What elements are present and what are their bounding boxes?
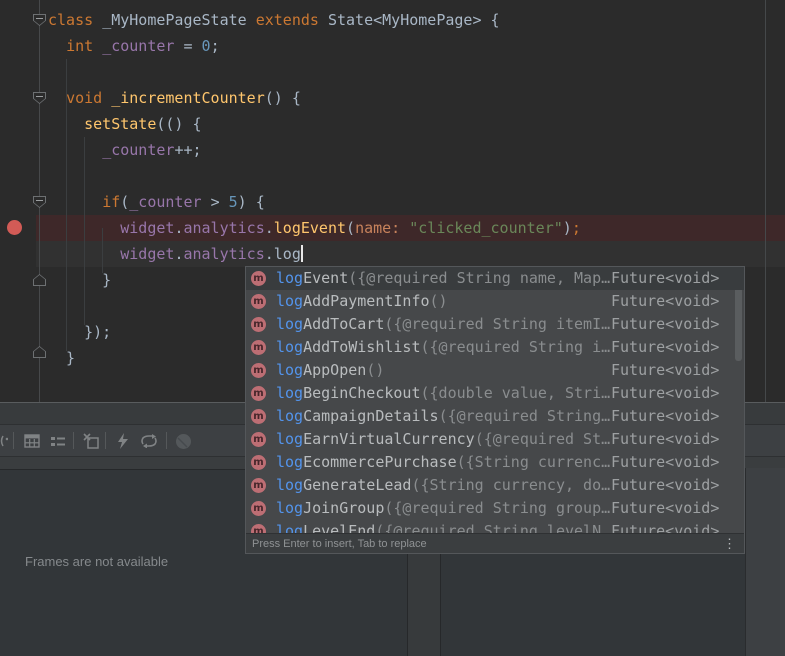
completion-item[interactable]: mlogEarnVirtualCurrency({@required St…Fu… [246, 428, 744, 451]
method-icon: m [251, 340, 266, 355]
completion-item[interactable]: mlogAddPaymentInfo()Future<void> [246, 290, 744, 313]
completion-item[interactable]: mlogEcommercePurchase({String currenc…Fu… [246, 451, 744, 474]
fold-marker-expanded[interactable] [33, 92, 46, 104]
fold-marker-end[interactable] [33, 346, 46, 358]
completion-item[interactable]: mlogAppOpen()Future<void> [246, 359, 744, 382]
hint-text: Press Enter to insert, Tab to replace [252, 538, 427, 550]
toolbar-separator [13, 432, 14, 449]
completion-item[interactable]: mlogLevelEnd({@required String levelN…Fu… [246, 520, 744, 533]
breakpoint-icon[interactable] [7, 220, 22, 235]
method-icon: m [251, 271, 266, 286]
toolbar-separator [105, 432, 106, 449]
method-icon: m [251, 432, 266, 447]
method-icon: m [251, 524, 266, 533]
code-line: setState(() { [48, 111, 581, 137]
code-line: widget.analytics.logEvent(name: "clicked… [48, 215, 581, 241]
method-icon: m [251, 478, 266, 493]
fold-marker-expanded[interactable] [33, 196, 46, 208]
code-line: _counter++; [48, 137, 581, 163]
completion-list: mlogEvent({@required String name, Map…Fu… [246, 267, 744, 533]
completion-item[interactable]: mlogBeginCheckout({double value, Stri…Fu… [246, 382, 744, 405]
toolbar-separator [166, 432, 167, 449]
partial-icon [0, 430, 8, 452]
hot-swap-ball-icon[interactable] [172, 430, 194, 452]
method-icon: m [251, 363, 266, 378]
method-icon: m [251, 501, 266, 516]
code-line [48, 163, 581, 189]
code-line: void _incrementCounter() { [48, 85, 581, 111]
fold-marker-end[interactable] [33, 274, 46, 286]
completion-item[interactable]: mlogAddToCart({@required String itemI…Fu… [246, 313, 744, 336]
completion-item[interactable]: mlogAddToWishlist({@required String i…Fu… [246, 336, 744, 359]
completion-item[interactable]: mlogJoinGroup({@required String group…Fu… [246, 497, 744, 520]
frames-message: Frames are not available [25, 554, 168, 569]
completion-hint-bar: Press Enter to insert, Tab to replace ⋮ [246, 533, 744, 553]
method-icon: m [251, 386, 266, 401]
code-line: int _counter = 0; [48, 33, 581, 59]
text-caret [301, 245, 303, 262]
layout-settings-icon[interactable] [47, 430, 69, 452]
rerun-loop-icon[interactable] [138, 430, 160, 452]
code-line: widget.analytics.log [48, 241, 581, 267]
method-icon: m [251, 409, 266, 424]
more-options-icon[interactable]: ⋮ [723, 534, 736, 554]
evaluate-grid-icon[interactable] [21, 430, 43, 452]
completion-item[interactable]: mlogEvent({@required String name, Map…Fu… [246, 267, 744, 290]
code-line: class _MyHomePageState extends State<MyH… [48, 7, 581, 33]
mute-breakpoints-icon[interactable] [80, 430, 102, 452]
method-icon: m [251, 455, 266, 470]
completion-item[interactable]: mlogCampaignDetails({@required String…Fu… [246, 405, 744, 428]
force-run-icon[interactable] [112, 430, 134, 452]
method-icon: m [251, 317, 266, 332]
completion-item[interactable]: mlogGenerateLead({String currency, do…Fu… [246, 474, 744, 497]
code-line: if(_counter > 5) { [48, 189, 581, 215]
code-line [48, 59, 581, 85]
right-margin-guide [765, 0, 766, 402]
fold-marker-expanded[interactable] [33, 14, 46, 26]
right-panel-column [745, 468, 785, 656]
ide-window: class _MyHomePageState extends State<MyH… [0, 0, 785, 656]
toolbar-separator [73, 432, 74, 449]
method-icon: m [251, 294, 266, 309]
completion-popup: mlogEvent({@required String name, Map…Fu… [245, 266, 745, 554]
